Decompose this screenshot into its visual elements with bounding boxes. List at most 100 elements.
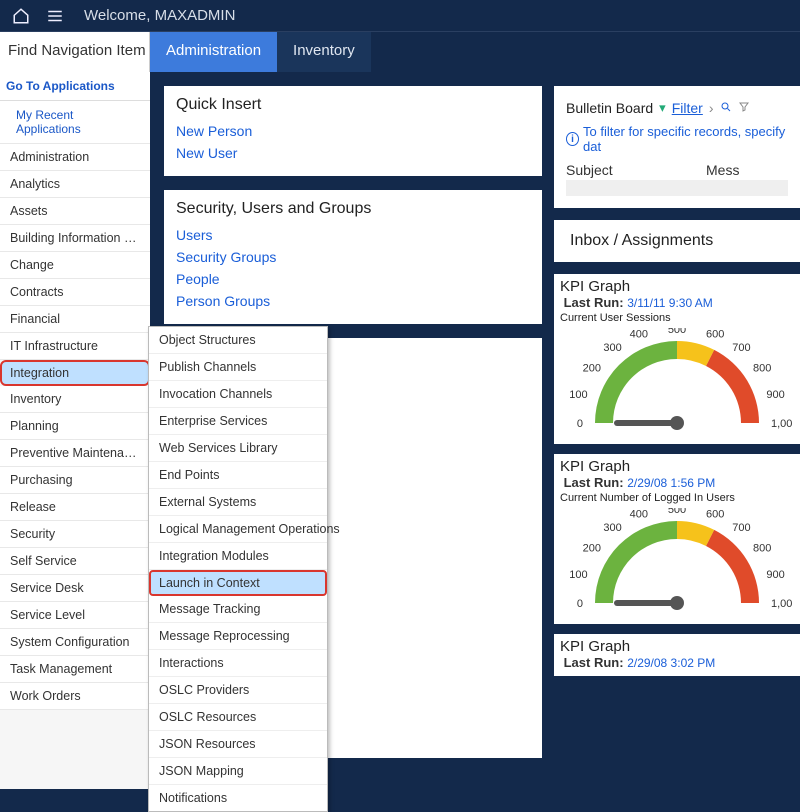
menu-item-invocation-channels[interactable]: Invocation Channels xyxy=(149,381,327,408)
svg-text:900: 900 xyxy=(766,569,784,581)
sidebar-item-building-information-model-[interactable]: Building Information Model… xyxy=(0,225,150,252)
svg-text:0: 0 xyxy=(577,598,583,610)
sidebar-item-release[interactable]: Release xyxy=(0,494,150,521)
sidebar-item-assets[interactable]: Assets xyxy=(0,198,150,225)
svg-text:1,000: 1,000 xyxy=(771,418,792,430)
sidebar-item-security[interactable]: Security xyxy=(0,521,150,548)
menu-item-external-systems[interactable]: External Systems xyxy=(149,489,327,516)
tab-inventory[interactable]: Inventory xyxy=(277,32,371,72)
bulletin-empty-row xyxy=(566,180,788,196)
menu-item-end-points[interactable]: End Points xyxy=(149,462,327,489)
menu-item-logical-management-operations[interactable]: Logical Management Operations xyxy=(149,516,327,543)
kpi-card-0: KPI Graph Last Run: 3/11/11 9:30 AMCurre… xyxy=(554,274,800,444)
sidebar-item-change[interactable]: Change xyxy=(0,252,150,279)
sidebar-item-service-desk[interactable]: Service Desk xyxy=(0,575,150,602)
kpi-lastrun: Last Run: 3/11/11 9:30 AM xyxy=(560,295,794,310)
filter-toggle-icon[interactable]: ▾ xyxy=(659,100,666,116)
menu-item-web-services-library[interactable]: Web Services Library xyxy=(149,435,327,462)
svg-text:100: 100 xyxy=(569,389,587,401)
svg-text:400: 400 xyxy=(630,509,648,521)
inbox-title: Inbox / Assignments xyxy=(564,226,790,256)
menu-item-message-tracking[interactable]: Message Tracking xyxy=(149,596,327,623)
sidebar-item-work-orders[interactable]: Work Orders xyxy=(0,683,150,710)
kpi-lastrun: Last Run: 2/29/08 3:02 PM xyxy=(560,655,794,670)
my-recent-applications[interactable]: My Recent Applications xyxy=(0,101,150,144)
security-title: Security, Users and Groups xyxy=(176,200,530,218)
home-icon[interactable] xyxy=(12,7,30,25)
sidebar-item-administration[interactable]: Administration xyxy=(0,144,150,171)
kpi-title: KPI Graph xyxy=(560,638,794,655)
sidebar: Go To Applications My Recent Application… xyxy=(0,72,150,789)
svg-text:400: 400 xyxy=(630,329,648,341)
bulletin-info: i To filter for specific records, specif… xyxy=(566,120,788,158)
sidebar-item-integration[interactable]: Integration xyxy=(0,360,150,386)
sidebar-item-system-configuration[interactable]: System Configuration xyxy=(0,629,150,656)
link-person-groups[interactable]: Person Groups xyxy=(176,290,530,312)
col-message[interactable]: Mess xyxy=(706,162,739,178)
svg-text:500: 500 xyxy=(668,508,686,516)
content: Quick Insert New Person New User Securit… xyxy=(150,72,800,789)
menu-item-publish-channels[interactable]: Publish Channels xyxy=(149,354,327,381)
top-bar: Welcome, MAXADMIN xyxy=(0,0,800,32)
bulletin-header-row: Subject Mess xyxy=(566,158,788,180)
clear-filter-icon[interactable] xyxy=(738,100,750,116)
sidebar-item-self-service[interactable]: Self Service xyxy=(0,548,150,575)
integration-submenu: Object StructuresPublish ChannelsInvocat… xyxy=(148,326,328,812)
menu-item-json-resources[interactable]: JSON Resources xyxy=(149,731,327,758)
link-users[interactable]: Users xyxy=(176,224,530,246)
menu-item-json-mapping[interactable]: JSON Mapping xyxy=(149,758,327,785)
sidebar-item-task-management[interactable]: Task Management xyxy=(0,656,150,683)
link-security-groups[interactable]: Security Groups xyxy=(176,246,530,268)
col-subject[interactable]: Subject xyxy=(566,162,706,178)
security-card: Security, Users and Groups Users Securit… xyxy=(164,190,542,324)
menu-item-interactions[interactable]: Interactions xyxy=(149,650,327,677)
svg-text:700: 700 xyxy=(732,342,750,354)
svg-text:100: 100 xyxy=(569,569,587,581)
menu-item-launch-in-context[interactable]: Launch in Context xyxy=(149,570,327,596)
kpi-title: KPI Graph xyxy=(560,278,794,295)
sidebar-item-contracts[interactable]: Contracts xyxy=(0,279,150,306)
sidebar-item-service-level[interactable]: Service Level xyxy=(0,602,150,629)
link-people[interactable]: People xyxy=(176,268,530,290)
menu-item-enterprise-services[interactable]: Enterprise Services xyxy=(149,408,327,435)
svg-text:0: 0 xyxy=(577,418,583,430)
sidebar-item-preventive-maintenance[interactable]: Preventive Maintenance xyxy=(0,440,150,467)
tabs: Administration Inventory xyxy=(150,32,800,72)
svg-text:600: 600 xyxy=(706,509,724,521)
menu-item-oslc-resources[interactable]: OSLC Resources xyxy=(149,704,327,731)
kpi-card-2: KPI Graph Last Run: 2/29/08 3:02 PM xyxy=(554,634,800,676)
tab-administration[interactable]: Administration xyxy=(150,32,277,72)
goto-applications[interactable]: Go To Applications xyxy=(0,72,150,101)
sidebar-item-planning[interactable]: Planning xyxy=(0,413,150,440)
link-new-person[interactable]: New Person xyxy=(176,120,530,142)
sidebar-item-it-infrastructure[interactable]: IT Infrastructure xyxy=(0,333,150,360)
link-new-user[interactable]: New User xyxy=(176,142,530,164)
sidebar-item-purchasing[interactable]: Purchasing xyxy=(0,467,150,494)
menu-item-message-reprocessing[interactable]: Message Reprocessing xyxy=(149,623,327,650)
menu-icon[interactable] xyxy=(46,7,64,25)
svg-text:200: 200 xyxy=(583,363,601,375)
main: Go To Applications My Recent Application… xyxy=(0,72,800,789)
inbox-card: Inbox / Assignments xyxy=(554,220,800,262)
menu-item-oslc-providers[interactable]: OSLC Providers xyxy=(149,677,327,704)
kpi-card-1: KPI Graph Last Run: 2/29/08 1:56 PMCurre… xyxy=(554,454,800,624)
bulletin-title: Bulletin Board xyxy=(566,100,653,116)
find-navigation-field[interactable]: Find Navigation Item xyxy=(0,32,150,72)
search-icon[interactable] xyxy=(720,100,732,116)
chevron-right-icon: › xyxy=(709,100,714,116)
svg-text:1,000: 1,000 xyxy=(771,598,792,610)
svg-text:600: 600 xyxy=(706,329,724,341)
filter-link[interactable]: Filter xyxy=(672,100,703,116)
menu-item-integration-modules[interactable]: Integration Modules xyxy=(149,543,327,570)
svg-text:800: 800 xyxy=(753,363,771,375)
svg-text:300: 300 xyxy=(603,342,621,354)
welcome-text: Welcome, MAXADMIN xyxy=(84,7,235,24)
quick-insert-title: Quick Insert xyxy=(176,96,530,114)
svg-text:300: 300 xyxy=(603,522,621,534)
kpi-lastrun: Last Run: 2/29/08 1:56 PM xyxy=(560,475,794,490)
sidebar-item-inventory[interactable]: Inventory xyxy=(0,386,150,413)
menu-item-object-structures[interactable]: Object Structures xyxy=(149,327,327,354)
sidebar-item-analytics[interactable]: Analytics xyxy=(0,171,150,198)
kpi-title: KPI Graph xyxy=(560,458,794,475)
sidebar-item-financial[interactable]: Financial xyxy=(0,306,150,333)
